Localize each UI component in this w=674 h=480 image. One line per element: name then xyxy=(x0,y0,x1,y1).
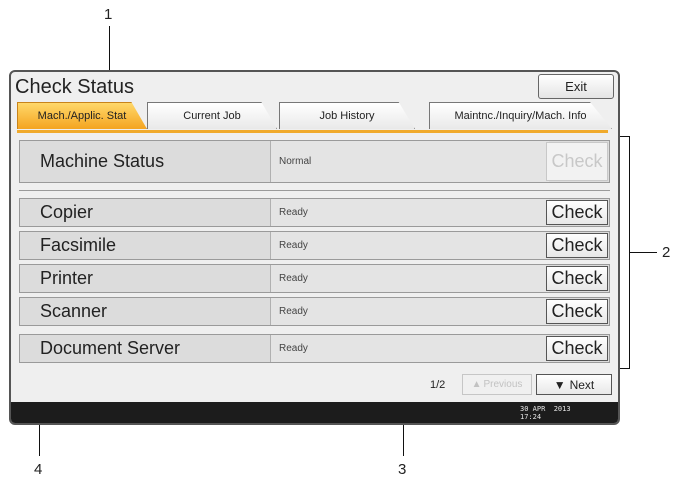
callout-3: 3 xyxy=(398,461,407,478)
status-value: Ready xyxy=(270,265,549,292)
status-value: Ready xyxy=(270,199,549,226)
row-label: Printer xyxy=(40,268,94,288)
status-value: Ready xyxy=(270,298,549,325)
callout-2-stem xyxy=(629,252,657,253)
check-button[interactable]: Check xyxy=(546,299,608,324)
previous-label: Previous xyxy=(483,379,523,390)
row-label: Machine Status xyxy=(40,151,165,171)
status-row-facsimile: Facsimile Ready Check xyxy=(19,231,610,260)
row-label: Facsimile xyxy=(40,235,117,255)
previous-button: ▲ Previous xyxy=(462,374,532,395)
status-value: Normal xyxy=(270,141,549,182)
check-status-screen: Check Status Exit Mach./Applic. Stat Cur… xyxy=(9,70,620,425)
tab-current-job[interactable]: Current Job xyxy=(147,102,277,129)
next-label: Next xyxy=(569,377,595,392)
status-row-copier: Copier Ready Check xyxy=(19,198,610,227)
check-button[interactable]: Check xyxy=(546,336,608,361)
row-label: Scanner xyxy=(40,301,108,321)
next-button[interactable]: ▼ Next xyxy=(536,374,612,395)
page-indicator: 1/2 xyxy=(430,379,446,391)
tab-maintnc-inquiry-mach-info[interactable]: Maintnc./Inquiry/Mach. Info xyxy=(429,102,612,129)
tab-job-history[interactable]: Job History xyxy=(279,102,415,129)
status-value: Ready xyxy=(270,232,549,259)
status-row-document-server: Document Server Ready Check xyxy=(19,334,610,363)
callout-1: 1 xyxy=(104,6,113,23)
tab-mach-applic-stat[interactable]: Mach./Applic. Stat xyxy=(17,102,147,129)
status-row-machine: Machine Status Normal Check xyxy=(19,140,610,183)
status-row-scanner: Scanner Ready Check xyxy=(19,297,610,326)
triangle-down-icon: ▼ xyxy=(553,377,566,392)
exit-button[interactable]: Exit xyxy=(538,74,614,99)
time-text: 17:24 xyxy=(520,413,542,421)
date-time-display: 30 APR 2013 17:24 xyxy=(520,405,571,421)
window-title: Check Status xyxy=(15,76,134,98)
tab-bar: Mach./Applic. Stat Current Job Job Histo… xyxy=(17,102,612,130)
callout-2: 2 xyxy=(662,244,671,261)
check-button-disabled: Check xyxy=(546,142,608,181)
divider xyxy=(19,190,610,191)
triangle-up-icon: ▲ xyxy=(471,379,482,390)
row-label: Copier xyxy=(40,202,94,222)
check-button[interactable]: Check xyxy=(546,233,608,258)
row-label: Document Server xyxy=(40,338,181,358)
status-row-printer: Printer Ready Check xyxy=(19,264,610,293)
callout-4: 4 xyxy=(34,461,43,478)
check-button[interactable]: Check xyxy=(546,200,608,225)
active-tab-underline xyxy=(17,130,608,133)
status-value: Ready xyxy=(270,335,549,362)
check-button[interactable]: Check xyxy=(546,266,608,291)
date-text: 30 APR 2013 xyxy=(520,405,571,413)
